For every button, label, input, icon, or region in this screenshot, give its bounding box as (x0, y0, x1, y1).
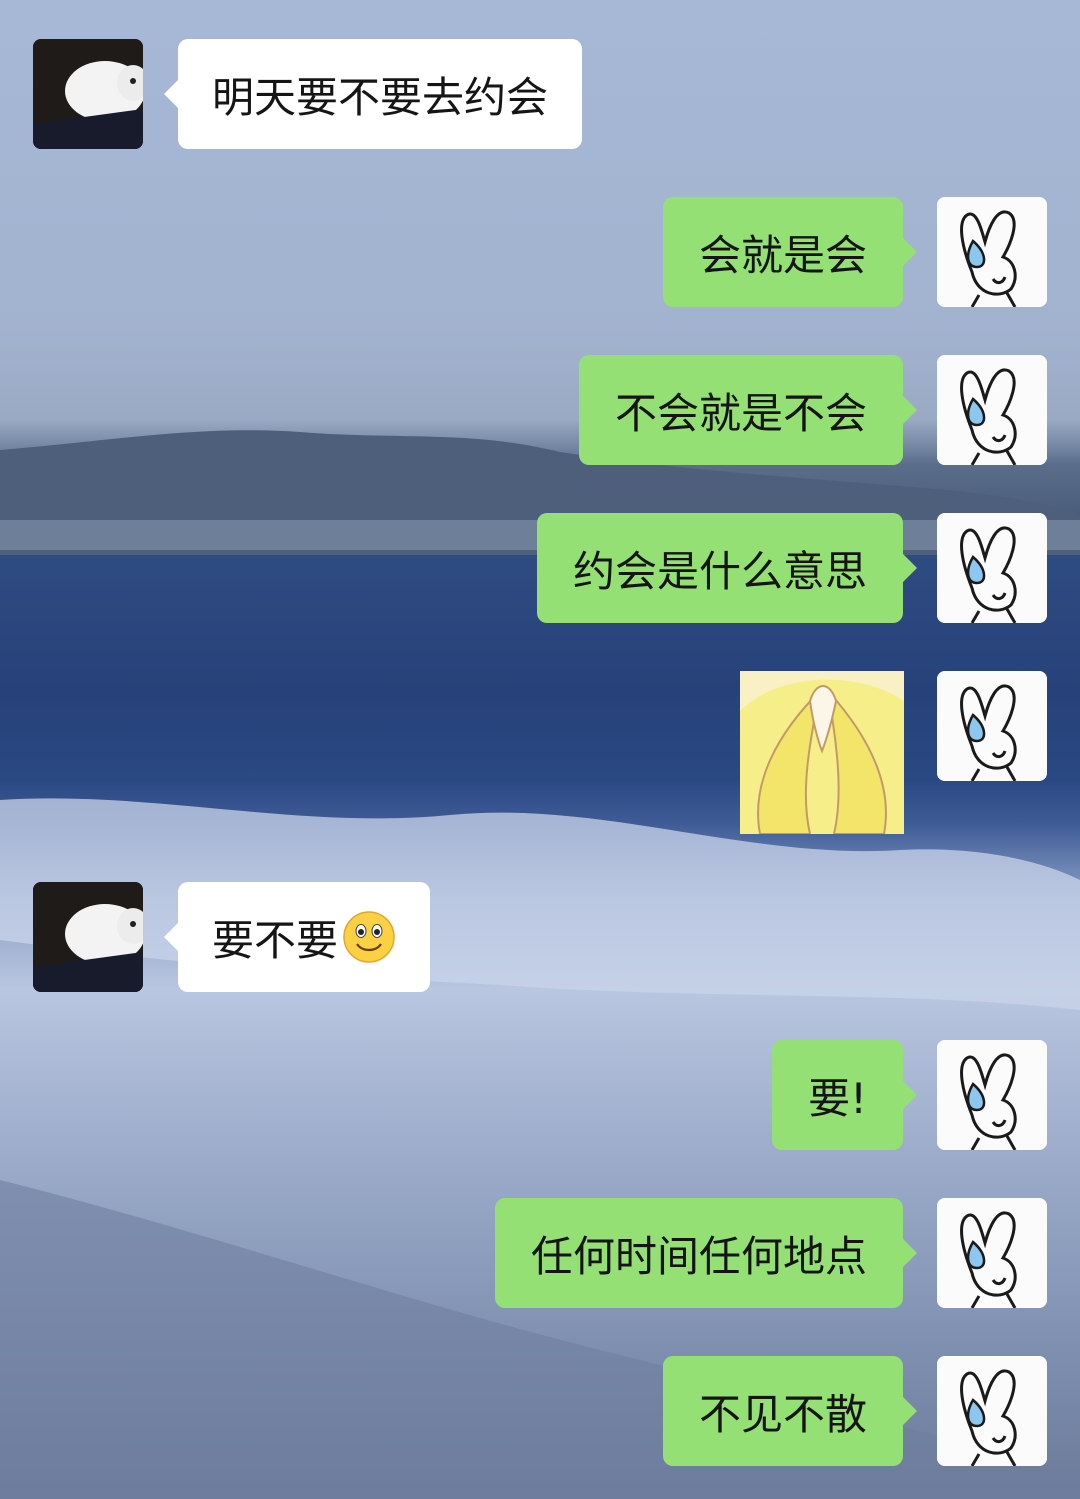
message-bubble-incoming[interactable]: 明天要不要去约会 (163, 39, 583, 149)
message-bubble-outgoing[interactable]: 约会是什么意思 (536, 513, 918, 623)
user-avatar[interactable] (937, 355, 1047, 465)
message-bubble-outgoing[interactable]: 任何时间任何地点 (494, 1198, 918, 1308)
message-bubble-incoming[interactable]: 要不要 (163, 882, 431, 992)
user-avatar[interactable] (937, 671, 1047, 781)
message-bubble-outgoing[interactable]: 不见不散 (662, 1356, 918, 1466)
message-text: 约会是什么意思 (572, 546, 867, 596)
contact-avatar[interactable] (33, 39, 143, 149)
message-bubble-outgoing[interactable]: 不会就是不会 (578, 355, 918, 465)
message-text: 会就是会 (698, 230, 867, 280)
message-text: 不见不散 (698, 1389, 867, 1439)
message-text: 要! (808, 1073, 867, 1123)
user-avatar[interactable] (937, 513, 1047, 623)
message-text: 明天要不要去约会 (212, 72, 549, 122)
message-text: 要不要 (212, 915, 339, 965)
message-text: 任何时间任何地点 (530, 1231, 867, 1281)
user-avatar[interactable] (937, 1040, 1047, 1150)
smiley-face-icon (343, 911, 395, 963)
message-bubble-outgoing[interactable]: 要! (772, 1040, 917, 1150)
message-text: 不会就是不会 (614, 388, 867, 438)
hands-heart-sticker[interactable] (740, 671, 904, 834)
message-bubble-outgoing[interactable]: 会就是会 (662, 197, 918, 307)
contact-avatar[interactable] (33, 882, 143, 992)
user-avatar[interactable] (937, 1198, 1047, 1308)
user-avatar[interactable] (937, 197, 1047, 307)
user-avatar[interactable] (937, 1356, 1047, 1466)
